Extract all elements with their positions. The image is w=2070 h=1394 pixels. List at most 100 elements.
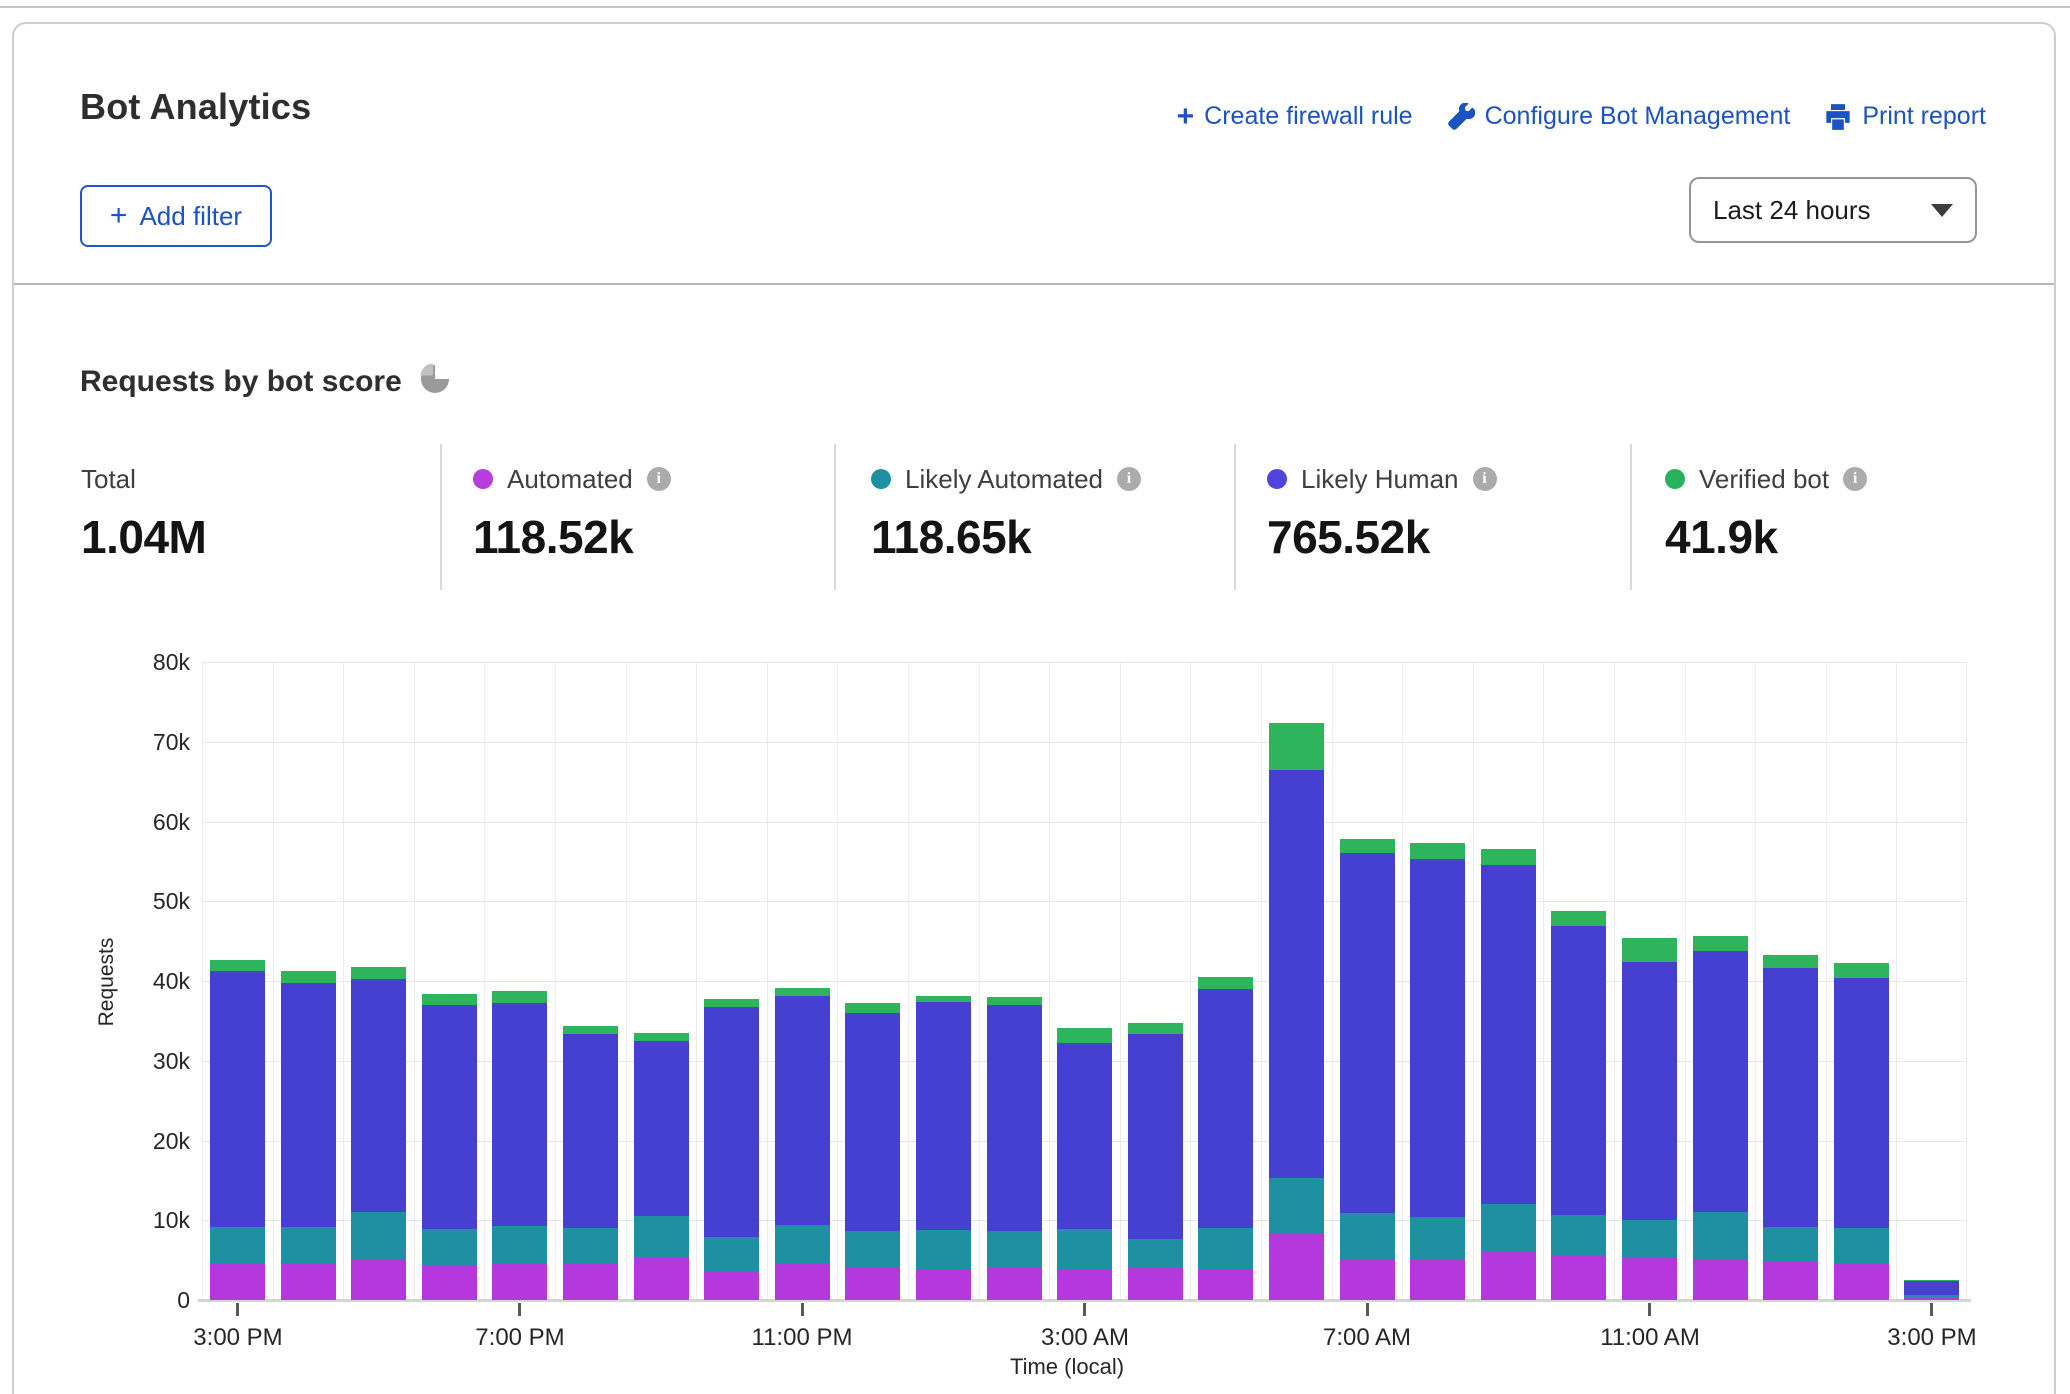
bar-segment-likely-automated[interactable] — [1834, 1228, 1889, 1263]
bar-segment-verified-bot[interactable] — [1057, 1028, 1112, 1043]
bar-segment-likely-automated[interactable] — [1551, 1215, 1606, 1256]
bar-segment-verified-bot[interactable] — [845, 1003, 900, 1013]
bar-segment-likely-human[interactable] — [1481, 865, 1536, 1204]
bar-segment-automated[interactable] — [704, 1271, 759, 1301]
bar-segment-likely-automated[interactable] — [563, 1228, 618, 1264]
bar-segment-likely-human[interactable] — [210, 971, 265, 1227]
info-icon[interactable]: i — [647, 467, 671, 491]
bar-segment-verified-bot[interactable] — [281, 971, 336, 982]
bar-segment-verified-bot[interactable] — [492, 991, 547, 1002]
bar-segment-likely-automated[interactable] — [1904, 1295, 1959, 1297]
bar-segment-automated[interactable] — [1904, 1298, 1959, 1300]
bar-segment-likely-automated[interactable] — [704, 1237, 759, 1271]
bar-segment-likely-human[interactable] — [1340, 853, 1395, 1213]
bar-segment-verified-bot[interactable] — [1622, 938, 1677, 962]
bar-segment-likely-human[interactable] — [704, 1007, 759, 1237]
bar-segment-automated[interactable] — [1481, 1251, 1536, 1300]
bar-segment-automated[interactable] — [916, 1270, 971, 1300]
bar-segment-likely-human[interactable] — [1622, 962, 1677, 1220]
bar-segment-automated[interactable] — [1834, 1263, 1889, 1300]
bar-segment-likely-human[interactable] — [1693, 951, 1748, 1213]
bar-segment-likely-human[interactable] — [1551, 926, 1606, 1215]
bar-segment-automated[interactable] — [563, 1264, 618, 1300]
bar-segment-likely-human[interactable] — [563, 1034, 618, 1228]
bar-segment-verified-bot[interactable] — [1551, 911, 1606, 926]
bar-segment-likely-human[interactable] — [422, 1005, 477, 1229]
bar-segment-verified-bot[interactable] — [422, 994, 477, 1005]
bar-segment-automated[interactable] — [351, 1259, 406, 1300]
bar-segment-automated[interactable] — [634, 1257, 689, 1300]
bar-segment-automated[interactable] — [987, 1268, 1042, 1300]
bar-segment-verified-bot[interactable] — [1481, 849, 1536, 864]
bar-segment-likely-automated[interactable] — [1622, 1220, 1677, 1258]
bar-segment-automated[interactable] — [1128, 1267, 1183, 1300]
bar-segment-likely-automated[interactable] — [987, 1231, 1042, 1269]
bar-segment-verified-bot[interactable] — [987, 997, 1042, 1005]
bar-segment-likely-automated[interactable] — [210, 1227, 265, 1263]
bar-segment-likely-human[interactable] — [916, 1002, 971, 1230]
info-icon[interactable]: i — [1473, 467, 1497, 491]
bar-segment-automated[interactable] — [1340, 1259, 1395, 1301]
bar-segment-automated[interactable] — [1198, 1269, 1253, 1300]
bar-segment-likely-human[interactable] — [492, 1003, 547, 1226]
bar-segment-likely-automated[interactable] — [1481, 1204, 1536, 1251]
bar-segment-likely-human[interactable] — [634, 1041, 689, 1216]
bar-segment-verified-bot[interactable] — [1198, 977, 1253, 989]
bar-segment-likely-automated[interactable] — [1693, 1212, 1748, 1258]
bar-segment-automated[interactable] — [1622, 1258, 1677, 1300]
bar-segment-verified-bot[interactable] — [351, 967, 406, 979]
bar-segment-verified-bot[interactable] — [1834, 963, 1889, 977]
configure-bot-management-link[interactable]: Configure Bot Management — [1447, 102, 1791, 131]
bar-segment-likely-automated[interactable] — [1057, 1229, 1112, 1269]
bar-segment-likely-automated[interactable] — [1128, 1239, 1183, 1267]
bar-segment-likely-human[interactable] — [1057, 1043, 1112, 1229]
bar-segment-verified-bot[interactable] — [1763, 955, 1818, 969]
bar-segment-likely-automated[interactable] — [1763, 1227, 1818, 1261]
add-filter-button[interactable]: + Add filter — [80, 185, 272, 247]
bar-segment-likely-human[interactable] — [1269, 770, 1324, 1178]
bar-segment-verified-bot[interactable] — [563, 1026, 618, 1034]
bar-segment-automated[interactable] — [422, 1265, 477, 1300]
bar-segment-verified-bot[interactable] — [634, 1033, 689, 1041]
info-icon[interactable]: i — [1843, 467, 1867, 491]
time-range-select[interactable]: Last 24 hours — [1689, 177, 1977, 243]
bar-segment-likely-human[interactable] — [281, 983, 336, 1227]
bar-segment-likely-automated[interactable] — [634, 1215, 689, 1257]
bar-segment-likely-human[interactable] — [1834, 978, 1889, 1228]
bar-segment-verified-bot[interactable] — [1904, 1280, 1959, 1281]
bar-segment-likely-human[interactable] — [987, 1005, 1042, 1231]
bar-segment-likely-automated[interactable] — [1410, 1217, 1465, 1259]
bar-segment-automated[interactable] — [1269, 1234, 1324, 1300]
bar-segment-likely-automated[interactable] — [351, 1212, 406, 1259]
bar-segment-automated[interactable] — [1763, 1261, 1818, 1300]
bar-segment-automated[interactable] — [1057, 1269, 1112, 1300]
bar-segment-likely-human[interactable] — [775, 996, 830, 1225]
bar-segment-likely-automated[interactable] — [422, 1229, 477, 1265]
bar-segment-likely-automated[interactable] — [1340, 1213, 1395, 1259]
bar-segment-automated[interactable] — [1410, 1259, 1465, 1300]
bar-segment-likely-automated[interactable] — [492, 1226, 547, 1264]
bar-segment-verified-bot[interactable] — [210, 960, 265, 970]
bar-segment-automated[interactable] — [845, 1268, 900, 1300]
bar-segment-likely-automated[interactable] — [916, 1230, 971, 1270]
bar-segment-likely-human[interactable] — [1128, 1034, 1183, 1240]
bar-segment-automated[interactable] — [1693, 1259, 1748, 1301]
bar-segment-likely-automated[interactable] — [775, 1225, 830, 1263]
bar-segment-verified-bot[interactable] — [1410, 843, 1465, 859]
bar-segment-verified-bot[interactable] — [704, 999, 759, 1007]
info-icon[interactable]: i — [1117, 467, 1141, 491]
bar-segment-likely-automated[interactable] — [1198, 1228, 1253, 1269]
bar-segment-likely-human[interactable] — [1198, 989, 1253, 1228]
bar-segment-verified-bot[interactable] — [916, 996, 971, 1002]
bar-segment-likely-human[interactable] — [845, 1013, 900, 1232]
bar-segment-verified-bot[interactable] — [1269, 723, 1324, 769]
print-report-link[interactable]: Print report — [1824, 102, 1986, 131]
bar-segment-automated[interactable] — [775, 1263, 830, 1301]
bar-segment-likely-human[interactable] — [1410, 859, 1465, 1217]
bar-segment-likely-automated[interactable] — [845, 1231, 900, 1268]
bar-segment-automated[interactable] — [492, 1263, 547, 1300]
bar-segment-automated[interactable] — [210, 1263, 265, 1301]
create-firewall-rule-link[interactable]: + Create firewall rule — [1177, 102, 1413, 131]
bar-segment-verified-bot[interactable] — [1128, 1023, 1183, 1033]
bar-segment-automated[interactable] — [281, 1263, 336, 1301]
